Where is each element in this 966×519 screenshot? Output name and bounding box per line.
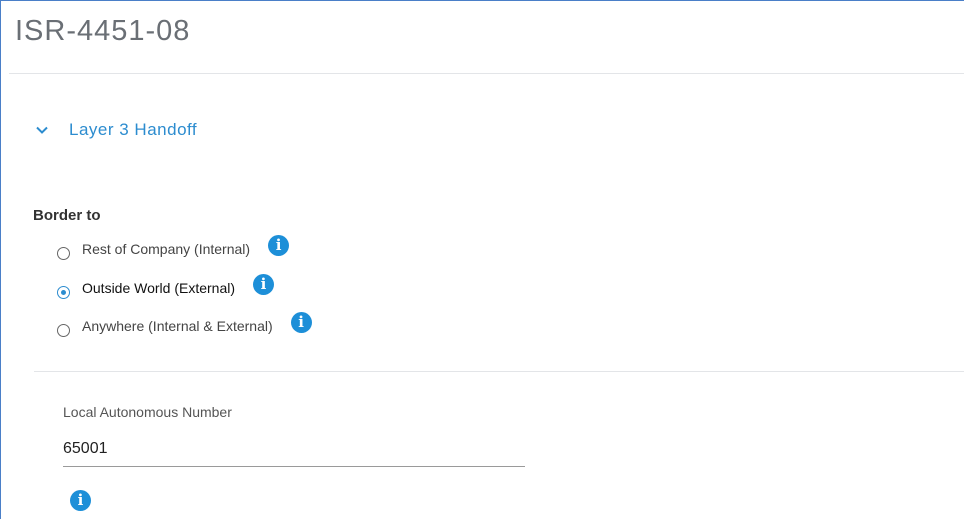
option-outside-world[interactable]: Outside World (External) i [57,274,275,299]
chevron-down-icon [35,123,49,137]
section-divider [34,371,964,372]
local-as-label: Local Autonomous Number [63,404,232,420]
option-label: Anywhere (Internal & External) [82,317,273,334]
local-as-input[interactable] [63,431,525,467]
option-rest-of-company[interactable]: Rest of Company (Internal) i [57,235,290,260]
option-anywhere[interactable]: Anywhere (Internal & External) i [57,312,312,337]
info-icon[interactable]: i [253,274,275,295]
radio-anywhere[interactable] [57,324,70,337]
info-icon[interactable]: i [290,312,312,333]
page-title: ISR-4451-08 [15,15,191,47]
radio-outside-world[interactable] [57,286,70,299]
device-config-panel: ISR-4451-08 Layer 3 Handoff Border to Re… [0,0,964,519]
border-to-label: Border to [33,207,101,224]
title-divider [9,73,964,74]
option-label: Outside World (External) [82,279,236,296]
radio-rest-of-company[interactable] [57,247,70,260]
info-icon[interactable]: i [268,235,290,256]
option-label: Rest of Company (Internal) [82,240,251,257]
layer3-handoff-toggle[interactable]: Layer 3 Handoff [35,120,197,140]
info-icon[interactable]: i [70,490,91,511]
section-title: Layer 3 Handoff [69,120,198,139]
